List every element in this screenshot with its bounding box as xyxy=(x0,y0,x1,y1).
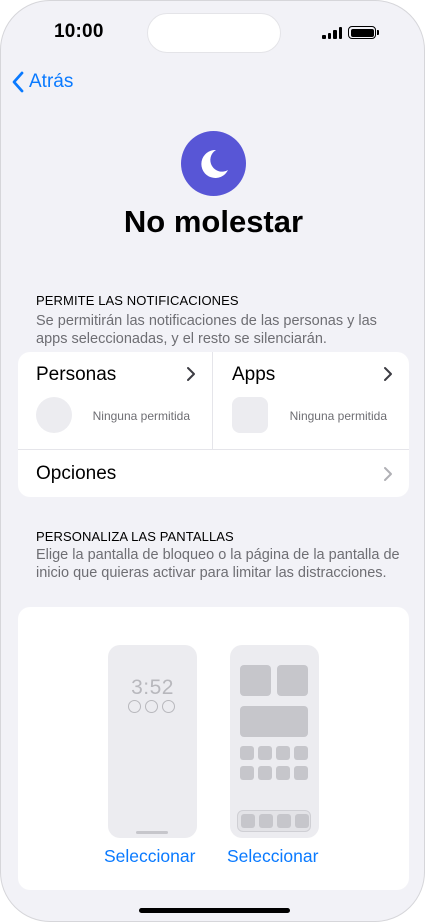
cellular-signal-icon xyxy=(322,26,342,39)
status-time: 10:00 xyxy=(54,21,104,42)
options-row[interactable]: Opciones xyxy=(18,450,409,497)
widget-placeholder xyxy=(240,665,271,696)
home-screen-dock xyxy=(237,810,311,832)
chevron-left-icon xyxy=(12,71,24,93)
options-label: Opciones xyxy=(36,463,117,484)
apps-label: Apps xyxy=(232,364,276,385)
select-home-screen-button[interactable]: Seleccionar xyxy=(227,846,318,867)
chevron-right-icon xyxy=(187,367,195,381)
lock-screen-time: 3:52 xyxy=(131,676,174,699)
widget-placeholder xyxy=(277,665,308,696)
apps-cell[interactable]: Apps Ninguna permitida xyxy=(214,352,409,450)
widget-placeholder xyxy=(240,706,308,737)
allowed-split-row: Personas Ninguna permitida Apps Ninguna … xyxy=(18,352,409,450)
battery-icon xyxy=(348,26,379,39)
screens-description: Elige la pantalla de bloqueo o la página… xyxy=(36,547,400,581)
apps-placeholder-icon xyxy=(232,397,268,433)
dynamic-island xyxy=(147,13,281,53)
apps-status: Ninguna permitida xyxy=(289,409,387,423)
back-label: Atrás xyxy=(29,71,74,92)
home-indicator xyxy=(139,908,290,913)
notifications-card: Personas Ninguna permitida Apps Ninguna … xyxy=(18,352,409,497)
people-status: Ninguna permitida xyxy=(92,409,190,423)
chevron-right-icon xyxy=(384,367,392,381)
page-title: No molestar xyxy=(123,204,304,239)
select-lock-screen-button[interactable]: Seleccionar xyxy=(104,846,195,867)
phone-screen: 10:00 Atrás No molestar PERMITE LAS NOTI… xyxy=(0,0,425,922)
people-cell[interactable]: Personas Ninguna permitida xyxy=(18,352,213,450)
screens-heading: PERSONALIZA LAS PANTALLAS xyxy=(36,529,234,544)
moon-icon xyxy=(200,149,228,178)
focus-mode-icon xyxy=(181,131,246,196)
screens-card: 3:52 Seleccionar Seleccionar xyxy=(18,607,409,890)
lock-screen-preview[interactable]: 3:52 xyxy=(108,645,197,838)
notifications-heading: PERMITE LAS NOTIFICACIONES xyxy=(36,293,239,308)
lock-screen-widgets xyxy=(128,700,175,713)
chevron-right-icon xyxy=(384,467,392,481)
status-indicators xyxy=(322,26,379,39)
back-button[interactable]: Atrás xyxy=(11,71,73,93)
home-screen-preview[interactable] xyxy=(230,645,319,838)
lock-screen-home-bar xyxy=(136,831,168,834)
notifications-description: Se permitirán las notificaciones de las … xyxy=(36,313,377,347)
people-label: Personas xyxy=(36,364,117,385)
people-placeholder-avatar xyxy=(36,397,72,433)
